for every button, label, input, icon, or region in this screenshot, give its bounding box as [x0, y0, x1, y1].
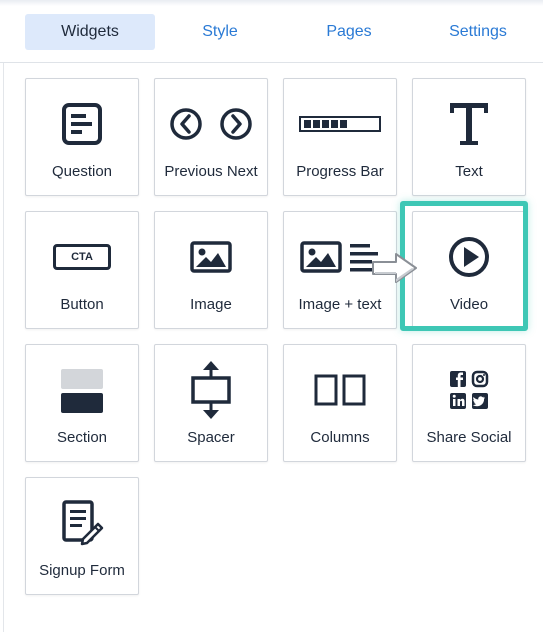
progress-bar-icon — [284, 97, 396, 151]
widget-label: Previous Next — [164, 163, 258, 180]
question-icon — [26, 97, 138, 151]
cta-button-icon: CTA — [26, 230, 138, 284]
widget-previous-next[interactable]: Previous Next — [154, 78, 268, 196]
tab-widgets[interactable]: Widgets — [25, 14, 155, 50]
widget-section[interactable]: Section — [25, 344, 139, 462]
widget-label: Question — [51, 163, 113, 180]
tab-settings[interactable]: Settings — [413, 14, 543, 50]
linkedin-icon — [450, 393, 466, 409]
tab-style[interactable]: Style — [155, 14, 285, 50]
widget-signup-form[interactable]: Signup Form — [25, 477, 139, 595]
widget-label: Image + text — [298, 296, 382, 313]
widget-label: Section — [56, 429, 108, 446]
widget-label: Columns — [310, 429, 370, 446]
tab-pages[interactable]: Pages — [284, 14, 414, 50]
panel-left-border — [3, 62, 4, 632]
widget-label: Image — [190, 296, 232, 313]
text-t-icon — [413, 97, 525, 151]
widget-button[interactable]: CTA Button — [25, 211, 139, 329]
section-icon — [26, 363, 138, 417]
instagram-icon — [471, 370, 489, 388]
widget-label: Video — [449, 296, 489, 313]
widget-label: Button — [60, 296, 104, 313]
cta-label: CTA — [53, 244, 111, 270]
widget-columns[interactable]: Columns — [283, 344, 397, 462]
widget-label: Share Social — [426, 429, 512, 446]
widget-label: Spacer — [187, 429, 235, 446]
widget-progress-bar[interactable]: Progress Bar — [283, 78, 397, 196]
widget-text[interactable]: Text — [412, 78, 526, 196]
spacer-icon — [155, 361, 267, 419]
drag-arrow-icon — [370, 250, 420, 286]
widget-label: Progress Bar — [296, 163, 384, 180]
widget-share-social[interactable]: Share Social — [412, 344, 526, 462]
social-icons — [413, 363, 525, 417]
widget-image[interactable]: Image — [154, 211, 268, 329]
image-icon — [155, 230, 267, 284]
tab-bar: Widgets Style Pages Settings — [0, 0, 543, 63]
widget-label: Text — [455, 163, 483, 180]
signup-form-icon — [26, 496, 138, 550]
widget-spacer[interactable]: Spacer — [154, 344, 268, 462]
play-icon — [413, 230, 525, 284]
widget-label: Signup Form — [39, 562, 125, 579]
previous-next-icon — [155, 97, 267, 151]
widget-question[interactable]: Question — [25, 78, 139, 196]
columns-icon — [284, 363, 396, 417]
facebook-icon — [450, 371, 466, 387]
widget-video[interactable]: Video — [412, 211, 526, 329]
twitter-icon — [472, 393, 488, 409]
